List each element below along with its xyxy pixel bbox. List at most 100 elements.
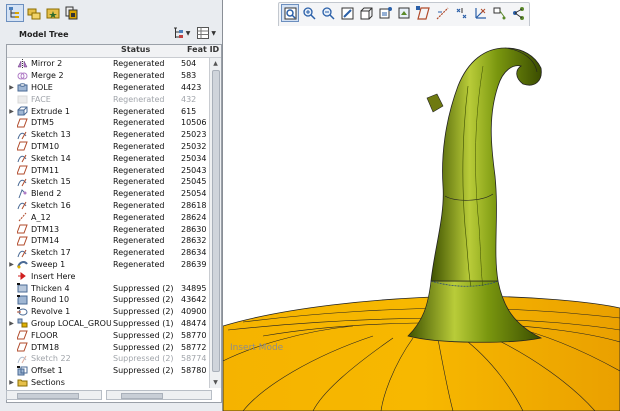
revolve-icon xyxy=(16,306,28,317)
sketch-icon xyxy=(16,177,28,187)
columns-hscroll[interactable] xyxy=(106,390,212,400)
tree-row[interactable]: Merge 2 Regenerated 583 xyxy=(7,70,221,82)
datum-plane-icon xyxy=(16,141,28,151)
expand-arrow-icon[interactable]: ▶ xyxy=(7,108,16,115)
feature-name: DTM14 xyxy=(31,236,60,246)
tree-row[interactable]: Thicken 4 Suppressed (2) 34895 xyxy=(7,282,221,294)
scroll-up-icon[interactable]: ▲ xyxy=(210,58,221,69)
feature-status: Regenerated xyxy=(113,177,165,187)
feat-id-column-header[interactable]: Feat ID xyxy=(187,45,221,57)
feature-status: Regenerated xyxy=(113,189,165,199)
show-columns-button[interactable]: ▼ xyxy=(196,26,216,40)
favorites-tab[interactable] xyxy=(44,4,62,22)
view-manager-button[interactable] xyxy=(395,4,413,22)
tree-row[interactable]: Revolve 1 Suppressed (2) 40900 xyxy=(7,306,221,318)
tree-row[interactable]: Mirror 2 Regenerated 504 xyxy=(7,58,221,70)
graphics-viewport[interactable]: Insert Mode xyxy=(223,26,620,411)
folder-browser-tab[interactable] xyxy=(25,4,43,22)
csys-display-button[interactable] xyxy=(471,4,489,22)
tree-row[interactable]: ▶ Sweep 1 Regenerated 28639 xyxy=(7,259,221,271)
feature-status: Regenerated xyxy=(113,141,165,151)
extrude-icon xyxy=(16,106,28,116)
feature-status: Regenerated xyxy=(113,106,165,116)
feature-status: Regenerated xyxy=(113,248,165,258)
tree-row[interactable]: ▶ HOLE Regenerated 4423 xyxy=(7,82,221,94)
point-display-button[interactable] xyxy=(452,4,470,22)
status-column-header[interactable]: Status xyxy=(113,45,187,57)
tree-row[interactable]: Sketch 22 Suppressed (2) 58774 xyxy=(7,353,221,365)
name-column-header[interactable] xyxy=(7,45,113,57)
zoom-in-button[interactable] xyxy=(300,4,318,22)
model-tree-panel: Model Tree ▼ ▼ Status Feat ID Mirror 2 Re… xyxy=(0,0,223,411)
tree-row[interactable]: ▶ Sections xyxy=(7,377,221,389)
tree-rows: Mirror 2 Regenerated 504 Merge 2 Regenerated… xyxy=(7,58,221,388)
feature-status: Regenerated xyxy=(113,71,165,81)
face-icon xyxy=(16,94,28,104)
offset-icon xyxy=(16,365,28,376)
tree-row[interactable]: A_12 Regenerated 28624 xyxy=(7,211,221,223)
stem-shaft xyxy=(430,47,542,282)
layers-tab[interactable] xyxy=(63,4,81,22)
tree-settings-button[interactable]: ▼ xyxy=(171,26,190,40)
feature-name: Sections xyxy=(31,377,65,387)
tree-row[interactable]: DTM14 Regenerated 28632 xyxy=(7,235,221,247)
name-column-hscroll[interactable] xyxy=(6,390,102,400)
zoom-out-button[interactable] xyxy=(319,4,337,22)
annotation-display-button[interactable] xyxy=(490,4,508,22)
display-style-button[interactable] xyxy=(357,4,375,22)
datum-plane-display-icon xyxy=(415,5,430,20)
model-tree-list[interactable]: Status Feat ID Mirror 2 Regenerated 504 Mer… xyxy=(6,44,222,403)
datum-plane-icon xyxy=(16,330,28,340)
feature-name: Mirror 2 xyxy=(31,59,63,69)
tree-row[interactable]: Sketch 17 Regenerated 28634 xyxy=(7,247,221,259)
tree-row[interactable]: Sketch 13 Regenerated 25023 xyxy=(7,129,221,141)
tree-row[interactable]: Offset 1 Suppressed (2) 58780 xyxy=(7,365,221,377)
tree-row[interactable]: Sketch 14 Regenerated 25034 xyxy=(7,152,221,164)
vertical-scrollbar[interactable]: ▲ ▼ xyxy=(209,58,221,388)
feature-name: Blend 2 xyxy=(31,189,62,199)
feature-name: Sketch 13 xyxy=(31,130,71,140)
tree-row[interactable]: Sketch 15 Regenerated 25045 xyxy=(7,176,221,188)
feature-name: FACE xyxy=(31,94,51,104)
tree-row[interactable]: DTM5 Regenerated 10506 xyxy=(7,117,221,129)
expand-arrow-icon[interactable]: ▶ xyxy=(7,261,16,268)
tree-row[interactable]: FLOOR Suppressed (2) 58770 xyxy=(7,329,221,341)
model-tree-tab[interactable] xyxy=(6,4,24,22)
tree-row[interactable]: Sketch 16 Regenerated 28618 xyxy=(7,200,221,212)
tree-row[interactable]: Round 10 Suppressed (2) 43642 xyxy=(7,294,221,306)
repaint-button[interactable] xyxy=(338,4,356,22)
merge-icon xyxy=(16,71,28,81)
sketch-icon xyxy=(16,153,28,163)
tree-row[interactable]: Blend 2 Regenerated 25054 xyxy=(7,188,221,200)
feature-status: Suppressed (2) xyxy=(113,366,174,376)
expand-arrow-icon[interactable]: ▶ xyxy=(7,379,16,386)
tree-row[interactable]: ▶ Extrude 1 Regenerated 615 xyxy=(7,105,221,117)
stem-nub xyxy=(426,93,444,113)
tree-row[interactable]: FACE Regenerated 432 xyxy=(7,93,221,105)
tree-row[interactable]: DTM18 Suppressed (2) 58772 xyxy=(7,341,221,353)
feature-name: Extrude 1 xyxy=(31,106,70,116)
tree-row[interactable]: DTM13 Regenerated 28630 xyxy=(7,223,221,235)
insert-here-marker[interactable]: Insert Here xyxy=(7,270,221,282)
tree-row[interactable]: DTM11 Regenerated 25043 xyxy=(7,164,221,176)
saved-views-button[interactable] xyxy=(376,4,394,22)
scroll-thumb[interactable] xyxy=(212,70,220,372)
feature-name: DTM13 xyxy=(31,224,60,234)
feature-name: Round 10 xyxy=(31,295,70,305)
tree-icon xyxy=(9,7,19,18)
expand-arrow-icon[interactable]: ▶ xyxy=(7,84,16,91)
feature-name: Sketch 15 xyxy=(31,177,71,187)
layer-stack-icon xyxy=(65,6,78,20)
datum-point-display-icon xyxy=(456,7,466,18)
feature-name: A_12 xyxy=(31,212,51,222)
feature-status: Suppressed (2) xyxy=(113,295,174,305)
expand-arrow-icon[interactable]: ▶ xyxy=(7,320,16,327)
tree-row[interactable]: ▶ Group LOCAL_GROUP Suppressed (1) 48474 xyxy=(7,318,221,330)
plane-display-button[interactable] xyxy=(414,4,432,22)
axis-display-button[interactable] xyxy=(433,4,451,22)
spin-center-button[interactable] xyxy=(509,4,527,22)
refit-button[interactable] xyxy=(281,4,299,22)
tree-row[interactable]: DTM10 Regenerated 25032 xyxy=(7,141,221,153)
saved-views-icon xyxy=(379,6,392,18)
scroll-down-icon[interactable]: ▼ xyxy=(210,377,221,388)
